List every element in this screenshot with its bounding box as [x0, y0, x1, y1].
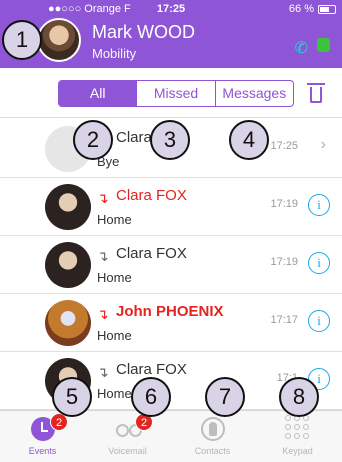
call-time: 17:19: [270, 256, 298, 268]
keypad-icon: [285, 415, 309, 439]
call-row[interactable]: ↴ Clara FOX Home 17:19 i: [0, 178, 342, 236]
chevron-right-icon[interactable]: ›: [321, 136, 326, 154]
user-status: Mobility: [92, 46, 137, 61]
call-time: 17:25: [270, 140, 298, 152]
divider: [0, 117, 342, 118]
tab-all[interactable]: All: [59, 81, 138, 106]
user-name: Mark WOOD: [92, 22, 195, 42]
contact-avatar: [45, 242, 91, 288]
tab-events-label: Events: [28, 446, 57, 456]
callout-4: 4: [229, 120, 269, 160]
tab-voicemail-label: Voicemail: [108, 446, 147, 456]
phone-forward-icon[interactable]: ✆: [295, 38, 308, 58]
tab-contacts[interactable]: Contacts: [170, 411, 255, 462]
user-avatar[interactable]: [37, 18, 81, 62]
tab-events[interactable]: 2 Events: [0, 411, 85, 462]
contacts-icon: [201, 417, 225, 441]
tab-voicemail[interactable]: 2 Voicemail: [85, 411, 170, 462]
app-header: ●●○○○ Orange F 17:25 66 % Mark WOOD Mobi…: [0, 0, 342, 68]
contact-name: Clara FOX: [116, 245, 187, 262]
battery-icon: [318, 5, 336, 14]
callout-6: 6: [131, 377, 171, 417]
contact-name: Clara FOX: [116, 187, 187, 204]
contact-name: John PHOENIX: [116, 303, 224, 320]
callout-7: 7: [205, 377, 245, 417]
info-icon[interactable]: i: [308, 310, 330, 332]
contact-name: Clara FOX: [116, 361, 187, 378]
tab-keypad[interactable]: Keypad: [255, 411, 340, 462]
callout-5: 5: [52, 377, 92, 417]
callout-8: 8: [279, 377, 319, 417]
contact-avatar: [45, 184, 91, 230]
battery-percent: 66 %: [288, 3, 314, 15]
call-subtitle: Home: [97, 328, 132, 343]
callout-2: 2: [73, 120, 113, 160]
tab-missed[interactable]: Missed: [137, 81, 216, 106]
contact-avatar: [45, 300, 91, 346]
incoming-call-icon: ↴: [97, 248, 109, 264]
call-row[interactable]: ↴ John PHOENIX Home 17:17 i: [0, 294, 342, 352]
incoming-call-icon: ↴: [97, 364, 109, 380]
callout-3: 3: [150, 120, 190, 160]
missed-call-icon: ↴: [97, 306, 109, 322]
call-time: 17:17: [270, 314, 298, 326]
tab-keypad-label: Keypad: [282, 446, 313, 456]
bottom-tab-bar: 2 Events 2 Voicemail Contacts Keypad: [0, 410, 342, 462]
call-subtitle: Home: [97, 386, 132, 401]
tab-contacts-label: Contacts: [194, 446, 231, 456]
filter-segmented-control: All Missed Messages: [58, 80, 294, 107]
call-subtitle: Home: [97, 270, 132, 285]
tab-messages[interactable]: Messages: [216, 81, 293, 106]
lock-icon[interactable]: [317, 38, 330, 52]
status-bar: ●●○○○ Orange F 17:25 66 %: [0, 0, 342, 18]
missed-call-icon: ↴: [97, 190, 109, 206]
callout-1: 1: [2, 20, 42, 60]
info-icon[interactable]: i: [308, 194, 330, 216]
call-row[interactable]: ↴ Clara FOX Home 17:19 i: [0, 236, 342, 294]
call-subtitle: Home: [97, 212, 132, 227]
info-icon[interactable]: i: [308, 252, 330, 274]
trash-icon[interactable]: [307, 83, 325, 103]
call-time: 17:19: [270, 198, 298, 210]
